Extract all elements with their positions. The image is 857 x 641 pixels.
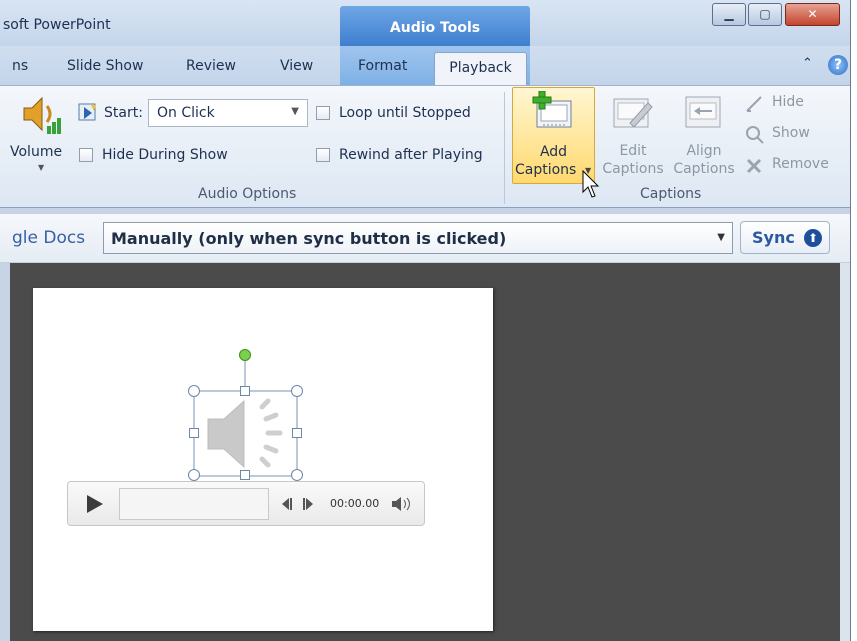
volume-button[interactable]: Volume ▼ [10,92,72,172]
captions-group-label: Captions [640,186,702,202]
resize-handle-top[interactable] [240,386,250,396]
minimize-icon: ▁ [724,7,734,21]
sync-upload-icon: ⬆ [804,229,822,247]
loop-until-stopped-label: Loop until Stopped [339,105,471,121]
rewind-after-playing-label: Rewind after Playing [339,147,483,163]
group-divider [504,92,505,204]
volume-icon [23,96,61,134]
play-icon[interactable] [85,494,105,514]
resize-handle-right[interactable] [292,428,302,438]
seek-buttons-icon[interactable] [279,497,319,511]
add-captions-label-line2: Captions [515,162,577,178]
volume-dropdown-icon: ▼ [38,163,45,172]
mouse-cursor-icon [582,170,600,198]
start-dropdown-icon: ▼ [291,106,299,117]
resize-handle-top-left[interactable] [188,385,200,397]
show-magnifier-icon [746,126,764,144]
hide-during-show-label: Hide During Show [102,147,228,163]
align-captions-label-line2: Captions [673,161,735,177]
audio-player: 00:00.00 [67,481,425,526]
remove-label: Remove [772,156,829,172]
show-label: Show [772,125,810,141]
align-captions-label-line1: Align [686,143,722,159]
tab-playback[interactable]: Playback [434,52,527,86]
sync-mode-dropdown-icon: ▼ [717,232,725,243]
sync-button-label: Sync [752,228,795,247]
app-title: soft PowerPoint [3,17,111,33]
audio-options-group-label: Audio Options [198,186,297,202]
audio-progress-track[interactable] [119,488,269,520]
hide-icon [746,96,762,112]
edit-captions-icon [613,98,653,128]
sync-mode-select[interactable]: Manually (only when sync button is click… [103,222,733,254]
audio-time: 00:00.00 [330,497,380,510]
hide-captions-button[interactable]: Hide [745,93,835,113]
tab-slide-show[interactable]: Slide Show [67,58,143,74]
add-captions-label-line1: Add [539,144,568,160]
start-combobox[interactable]: On Click ▼ [148,99,308,127]
maximize-icon: ▢ [759,7,771,21]
tab-review[interactable]: Review [186,58,236,74]
tab-playback-label: Playback [449,60,512,76]
minimize-button[interactable]: ▁ [712,3,746,26]
start-label: Start: [104,105,143,121]
docs-label: gle Docs [12,228,86,248]
collapse-ribbon-icon[interactable]: ⌃ [802,56,813,71]
maximize-button[interactable]: ▢ [748,3,782,26]
align-captions-icon [685,96,721,128]
player-volume-icon[interactable] [391,495,413,513]
rewind-after-playing-checkbox[interactable] [316,148,330,162]
resize-handle-top-right[interactable] [291,385,303,397]
resize-handle-bottom-left[interactable] [188,469,200,481]
start-value: On Click [157,105,215,121]
resize-handle-bottom-right[interactable] [291,469,303,481]
rotation-handle[interactable] [239,349,251,361]
hide-during-show-checkbox[interactable] [79,148,93,162]
remove-x-icon [746,158,762,174]
help-icon[interactable]: ? [828,55,848,75]
show-captions-button[interactable]: Show [745,124,835,144]
remove-captions-button[interactable]: Remove [745,155,835,175]
hide-label: Hide [772,94,804,110]
loop-until-stopped-checkbox[interactable] [316,106,330,120]
close-icon: ✕ [807,7,818,21]
tab-view[interactable]: View [280,58,313,74]
resize-handle-bottom[interactable] [240,470,250,480]
resize-handle-left[interactable] [189,428,199,438]
tab-partial[interactable]: ns [12,58,28,74]
vertical-scrollbar[interactable] [840,263,850,641]
start-icon [78,103,96,121]
audio-object[interactable] [186,345,306,480]
add-captions-icon [532,91,572,128]
audio-tools-header: Audio Tools [340,6,530,46]
edit-captions-label-line1: Edit [619,143,647,159]
align-captions-button[interactable]: Align Captions [670,87,738,184]
volume-label: Volume [10,144,63,160]
sync-button[interactable]: Sync ⬆ [740,221,830,254]
edit-captions-button[interactable]: Edit Captions [600,87,666,184]
audio-tools-title: Audio Tools [389,20,481,36]
sync-mode-value: Manually (only when sync button is click… [111,229,507,248]
tab-format[interactable]: Format [358,58,407,74]
edit-captions-label-line2: Captions [602,161,664,177]
close-button[interactable]: ✕ [785,3,840,26]
